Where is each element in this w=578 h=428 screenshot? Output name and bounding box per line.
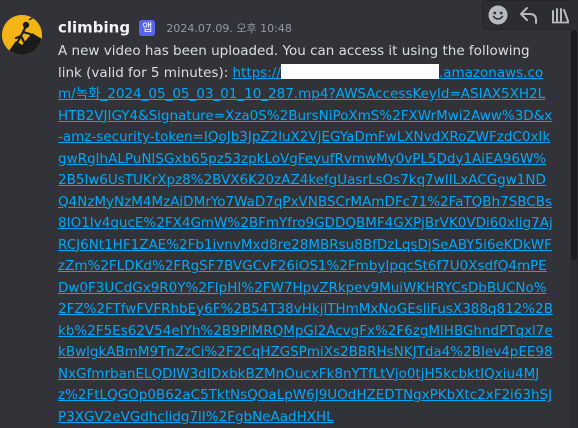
more-actions-button[interactable] [548, 3, 572, 27]
redacted-block [280, 63, 439, 79]
scrollbar-thumb[interactable] [571, 30, 577, 260]
video-link[interactable]: https://.amazonaws.com/녹화_2024_05_05_03_… [58, 63, 553, 425]
link-rest: .amazonaws.com/녹화_2024_05_05_03_01_10_28… [58, 64, 553, 425]
climber-icon [2, 15, 42, 55]
username[interactable]: climbing [58, 19, 130, 37]
link-start: https:// [232, 64, 281, 81]
add-reaction-icon [488, 5, 508, 25]
reply-button[interactable] [517, 3, 541, 27]
chat-message: climbing 앱 2024.07.09. 오후 10:48 A new vi… [0, 0, 578, 428]
message-content: A new video has been uploaded. You can a… [58, 41, 553, 428]
message-header: climbing 앱 2024.07.09. 오후 10:48 [58, 17, 292, 39]
message-toolbar [482, 0, 576, 30]
timestamp[interactable]: 2024.07.09. 오후 10:48 [166, 22, 291, 35]
reply-icon [519, 7, 537, 24]
scrollbar[interactable] [570, 0, 578, 428]
app-badge: 앱 [139, 19, 156, 36]
avatar[interactable] [2, 15, 42, 55]
more-actions-icon [551, 8, 569, 24]
add-reaction-button[interactable] [486, 3, 510, 27]
